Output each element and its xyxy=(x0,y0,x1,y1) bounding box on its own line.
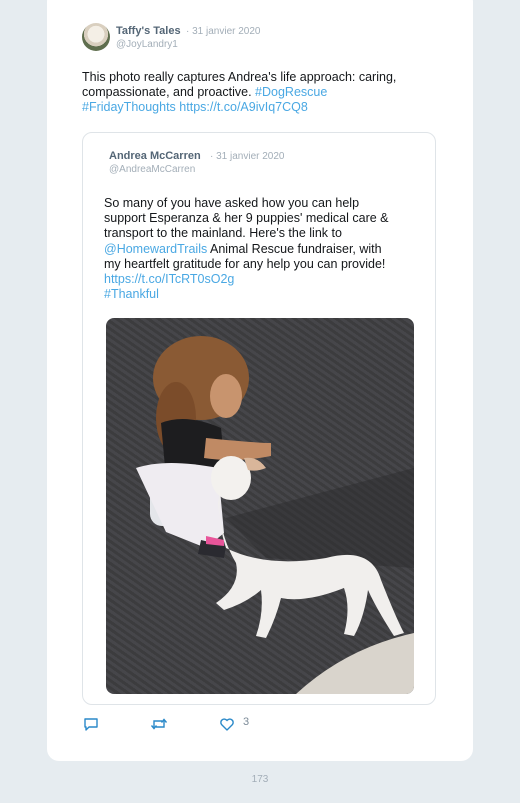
author-handle[interactable]: @JoyLandry1 xyxy=(116,39,178,50)
quoted-text-line: support Esperanza & her 9 puppies' medic… xyxy=(104,211,389,226)
hashtag-dogrescue[interactable]: #DogRescue xyxy=(255,85,327,99)
like-count: 3 xyxy=(243,716,250,728)
hashtag-thankful[interactable]: #Thankful xyxy=(104,287,414,302)
quoted-text-line: my heartfelt gratitude for any help you … xyxy=(104,256,386,271)
author-name[interactable]: Taffy's Tales xyxy=(116,25,181,37)
hashtag-fridaythoughts[interactable]: #FridayThoughts xyxy=(82,100,176,114)
quoted-text-line: transport to the mainland. Here's the li… xyxy=(104,226,342,241)
retweet-icon[interactable] xyxy=(150,716,168,732)
photo-illustration xyxy=(136,336,414,694)
tweet-text: This photo really captures Andrea's life… xyxy=(82,70,442,115)
quoted-tweet-link[interactable]: https://t.co/ITcRT0sO2g xyxy=(104,272,414,287)
quoted-tweet[interactable]: Andrea McCarren · 31 janvier 2020 @Andre… xyxy=(82,132,436,705)
quoted-text-line: So many of you have asked how you can he… xyxy=(104,196,360,210)
tweet-photo[interactable] xyxy=(106,318,414,694)
quoted-text-fragment: Animal Rescue fundraiser, with xyxy=(207,241,382,256)
quoted-author-name[interactable]: Andrea McCarren xyxy=(109,150,201,162)
author-avatar[interactable] xyxy=(82,23,110,51)
mention-homewardtrails[interactable]: @HomewardTrails xyxy=(104,242,207,256)
like-icon[interactable] xyxy=(219,716,235,732)
page-number: 173 xyxy=(251,774,269,785)
reply-icon[interactable] xyxy=(83,716,99,732)
quoted-text-line: @HomewardTrails Animal Rescue fundraiser… xyxy=(104,242,414,257)
quoted-tweet-date[interactable]: · 31 janvier 2020 xyxy=(210,151,285,162)
tweet-link[interactable]: https://t.co/A9ivIq7CQ8 xyxy=(179,100,308,114)
tweet-date[interactable]: · 31 janvier 2020 xyxy=(186,26,261,37)
quoted-author-handle[interactable]: @AndreaMcCarren xyxy=(109,164,195,175)
tweet-text-plain: This photo really captures Andrea's life… xyxy=(82,70,397,99)
quoted-tweet-text: So many of you have asked how you can he… xyxy=(104,196,414,302)
